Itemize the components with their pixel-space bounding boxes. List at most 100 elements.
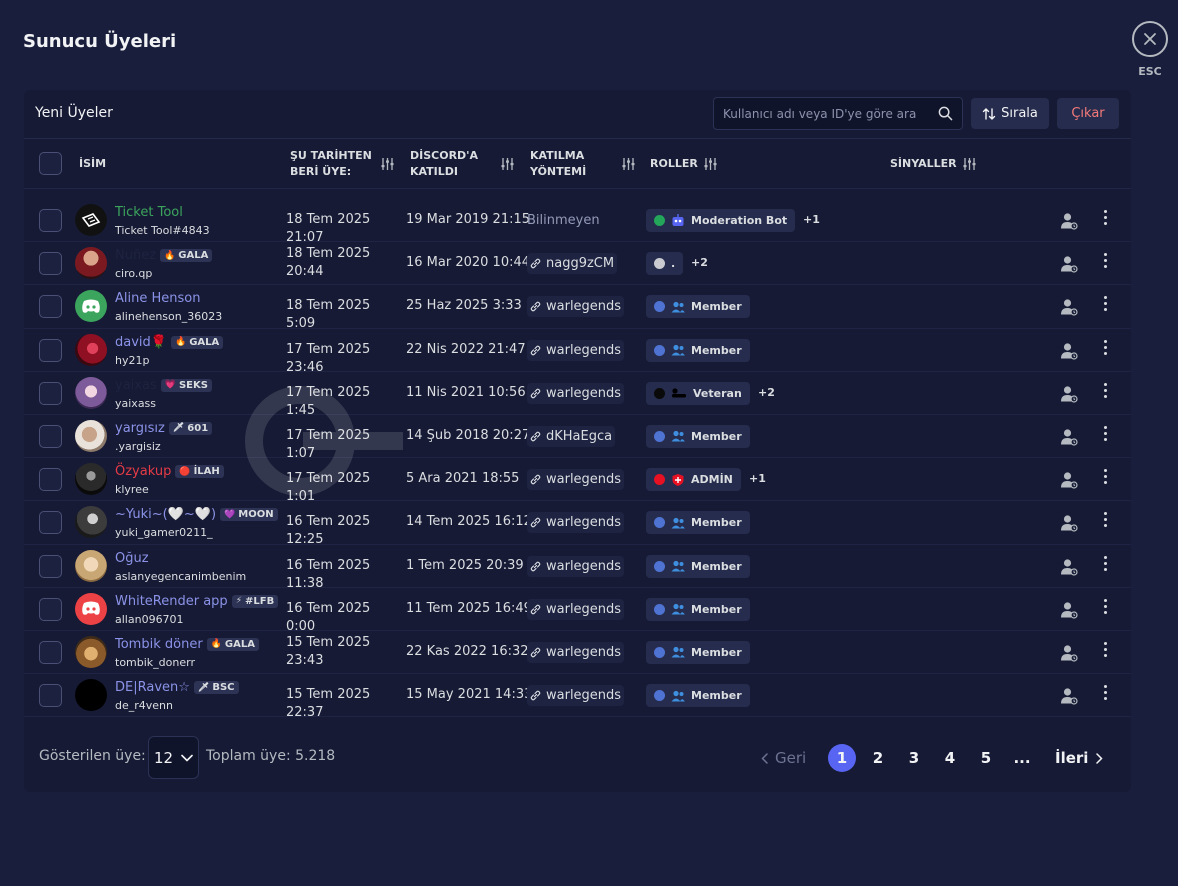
row-checkbox[interactable]: [39, 252, 62, 276]
join-method[interactable]: nagg9zCM: [527, 253, 618, 275]
row-menu-button[interactable]: [1102, 641, 1108, 657]
member-profile-icon[interactable]: [1060, 471, 1078, 489]
row-checkbox[interactable]: [39, 684, 62, 708]
more-roles-count[interactable]: +2: [758, 386, 775, 399]
next-page-button[interactable]: İleri: [1055, 744, 1103, 772]
member-profile-icon[interactable]: [1060, 298, 1078, 316]
filter-join-method-icon[interactable]: [622, 157, 635, 171]
row-menu-button[interactable]: [1102, 210, 1108, 225]
row-menu-button[interactable]: [1102, 512, 1108, 528]
member-display-name[interactable]: Tombik döner 🔥 GALA: [115, 637, 259, 652]
avatar[interactable]: [75, 549, 107, 582]
role-chip[interactable]: Member: [646, 597, 750, 621]
row-menu-button[interactable]: [1102, 469, 1108, 485]
avatar[interactable]: [75, 376, 107, 409]
member-row[interactable]: Nuñez 🔥 GALA ciro.qp 18 Tem 2025 20:44 16…: [24, 242, 1131, 286]
row-checkbox[interactable]: [39, 209, 62, 232]
member-profile-icon[interactable]: [1060, 385, 1078, 403]
row-menu-button[interactable]: [1102, 685, 1108, 701]
role-chip[interactable]: .: [646, 252, 684, 276]
join-method[interactable]: dKHaEgca: [527, 425, 616, 447]
member-display-name[interactable]: Aline Henson: [115, 291, 200, 306]
row-menu-button[interactable]: [1102, 339, 1108, 355]
avatar[interactable]: [75, 247, 107, 280]
page-3-button[interactable]: 3: [904, 744, 924, 772]
column-joined-discord[interactable]: DİSCORD'A KATILDI: [410, 148, 478, 180]
row-checkbox[interactable]: [39, 424, 62, 448]
filter-joined-discord-icon[interactable]: [501, 157, 514, 171]
member-display-name[interactable]: Oğuz: [115, 551, 149, 566]
avatar[interactable]: [75, 506, 107, 539]
role-chip[interactable]: ADMİN: [646, 468, 741, 492]
member-row[interactable]: Özyakup 🔴 İLAH klyree 17 Tem 2025 1:01 5 …: [24, 458, 1131, 504]
join-method[interactable]: warlegends: [527, 555, 625, 577]
member-profile-icon[interactable]: [1060, 558, 1078, 576]
member-display-name[interactable]: ~Yuki~(🤍~🤍) 💜 MOON: [115, 507, 278, 522]
filter-roles-icon[interactable]: [704, 157, 717, 171]
row-checkbox[interactable]: [39, 511, 62, 535]
prev-page-button[interactable]: Geri: [761, 744, 806, 772]
join-method[interactable]: warlegends: [527, 339, 625, 361]
row-menu-button[interactable]: [1102, 425, 1108, 441]
row-checkbox[interactable]: [39, 468, 62, 492]
role-chip[interactable]: Member: [646, 554, 750, 578]
row-menu-button[interactable]: [1102, 598, 1108, 614]
close-button[interactable]: [1132, 21, 1168, 57]
member-profile-icon[interactable]: [1060, 212, 1078, 230]
member-row[interactable]: Oğuz aslanyegencanimbenim 16 Tem 2025 11…: [24, 545, 1131, 591]
join-method[interactable]: warlegends: [527, 469, 625, 491]
role-chip[interactable]: Member: [646, 684, 750, 708]
avatar[interactable]: [75, 204, 107, 236]
row-checkbox[interactable]: [39, 338, 62, 362]
join-method[interactable]: warlegends: [527, 296, 625, 318]
member-row[interactable]: ~Yuki~(🤍~🤍) 💜 MOON yuki_gamer0211_ 16 Tem…: [24, 501, 1131, 547]
role-chip[interactable]: Member: [646, 640, 750, 664]
member-display-name[interactable]: WhiteRender app ⚡ #LFB: [115, 594, 279, 609]
filter-member-since-icon[interactable]: [381, 157, 394, 171]
member-profile-icon[interactable]: [1060, 255, 1078, 273]
search-input[interactable]: [723, 106, 938, 121]
row-menu-button[interactable]: [1102, 382, 1108, 398]
join-method[interactable]: warlegends: [527, 598, 625, 620]
role-chip[interactable]: Member: [646, 424, 750, 448]
sort-button[interactable]: Sırala: [971, 98, 1049, 129]
page-5-button[interactable]: 5: [976, 744, 996, 772]
role-chip[interactable]: Member: [646, 295, 750, 319]
member-profile-icon[interactable]: [1060, 644, 1078, 662]
role-chip[interactable]: Veteran: [646, 381, 750, 405]
avatar[interactable]: [75, 419, 107, 452]
avatar[interactable]: [75, 463, 107, 496]
member-profile-icon[interactable]: [1060, 428, 1078, 446]
member-display-name[interactable]: Ticket Tool: [115, 205, 183, 220]
row-checkbox[interactable]: [39, 597, 62, 621]
column-signals[interactable]: SİNYALLER: [890, 156, 957, 172]
column-member-since[interactable]: ŞU TARİHTEN BERİ ÜYE:: [290, 148, 372, 180]
kick-button[interactable]: Çıkar: [1057, 98, 1119, 129]
row-checkbox[interactable]: [39, 554, 62, 578]
more-roles-count[interactable]: +2: [691, 256, 708, 269]
avatar[interactable]: [75, 679, 107, 712]
role-chip[interactable]: Member: [646, 338, 750, 362]
avatar[interactable]: [75, 635, 107, 668]
page-4-button[interactable]: 4: [940, 744, 960, 772]
column-join-method[interactable]: KATILMA YÖNTEMİ: [530, 148, 586, 180]
member-display-name[interactable]: DE|Raven☆ 🗡 BSC: [115, 680, 239, 695]
more-roles-count[interactable]: +1: [749, 472, 766, 485]
column-roles[interactable]: ROLLER: [650, 156, 698, 172]
member-profile-icon[interactable]: [1060, 687, 1078, 705]
member-profile-icon[interactable]: [1060, 342, 1078, 360]
row-checkbox[interactable]: [39, 295, 62, 319]
page-size-select[interactable]: 12: [148, 736, 199, 779]
row-menu-button[interactable]: [1102, 253, 1108, 269]
member-row[interactable]: Ticket Tool Ticket Tool#4843 18 Tem 2025…: [24, 199, 1131, 245]
join-method[interactable]: warlegends: [527, 512, 625, 534]
member-display-name[interactable]: Nuñez 🔥 GALA: [115, 248, 213, 263]
avatar[interactable]: [75, 333, 107, 366]
search-icon[interactable]: [938, 106, 953, 121]
avatar[interactable]: [75, 290, 107, 323]
select-all-checkbox[interactable]: [39, 152, 62, 175]
member-row[interactable]: yargısız 🗡 601 .yargisiz 17 Tem 2025 1:07…: [24, 415, 1131, 461]
member-row[interactable]: yaixas 💗 SEKS yaixass 17 Tem 2025 1:45 11…: [24, 372, 1131, 418]
member-row[interactable]: DE|Raven☆ 🗡 BSC de_r4venn 15 Tem 2025 22:…: [24, 674, 1131, 720]
member-row[interactable]: WhiteRender app ⚡ #LFB allan096701 16 Tem…: [24, 588, 1131, 634]
